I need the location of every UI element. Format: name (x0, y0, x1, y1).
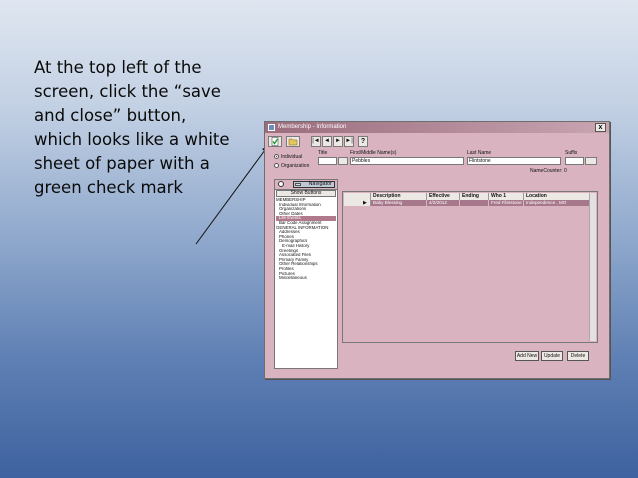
instruction-line: and close” button, (34, 106, 187, 125)
close-button[interactable]: x (595, 123, 606, 132)
save-and-close-button[interactable] (268, 136, 282, 147)
navigator-pin-icon (278, 181, 284, 187)
sheet-green-check-icon (271, 137, 279, 146)
next-record-button[interactable]: ► (333, 136, 343, 147)
delete-button[interactable]: Delete (567, 351, 589, 361)
app-icon (268, 124, 275, 131)
last-name-label: Last Name (467, 150, 492, 156)
namecounter-label: NameCounter: (530, 168, 563, 174)
slide-instruction: At the top left of the screen, click the… (34, 56, 254, 200)
navigator-icon (295, 183, 301, 186)
update-button[interactable]: Update (541, 351, 563, 361)
organization-label: Organization (281, 163, 310, 169)
navigator-panel: Navigator Show Buttons MEMBERSHIP Indivi… (274, 179, 338, 369)
organization-radio[interactable] (274, 163, 279, 168)
instruction-line: which looks like a white (34, 130, 230, 149)
navigator-list: MEMBERSHIP Individual Information Organi… (276, 198, 336, 281)
instruction-line: sheet of paper with a (34, 154, 210, 173)
table-row[interactable]: ▶ Baby Blessing 4/2/2012 Fred Flintstone… (344, 200, 596, 206)
instruction-line: At the top left of the (34, 58, 202, 77)
life-events-grid: Description Effective Ending Who 1 Locat… (342, 191, 598, 343)
suffix-field[interactable] (565, 157, 584, 165)
individual-label: Individual (281, 154, 303, 160)
show-buttons-button[interactable]: Show Buttons (276, 190, 336, 197)
navigator-header: Navigator (275, 180, 337, 190)
cell-who-1[interactable]: Fred Flintstone (489, 200, 524, 206)
namecounter-value: 0 (564, 168, 567, 174)
column-header-location[interactable]: Location (524, 193, 590, 200)
window-title: Membership - Information (278, 124, 347, 130)
cell-location[interactable]: Independence , MO (524, 200, 590, 206)
title-lookup-button[interactable] (338, 157, 348, 165)
column-header-description[interactable]: Description (371, 193, 427, 200)
suffix-label: Suffix (565, 150, 578, 156)
column-header-ending[interactable]: Ending (460, 193, 489, 200)
first-middle-field[interactable]: Pebbles (350, 157, 464, 165)
first-record-button[interactable]: |◄ (311, 136, 321, 147)
last-record-button[interactable]: ►| (344, 136, 354, 147)
cell-ending[interactable] (460, 200, 489, 206)
nav-item-miscellaneous[interactable]: Miscellaneous (276, 276, 336, 281)
individual-radio[interactable] (274, 154, 279, 159)
membership-window: Membership - Information x |◄ ◄ ► ►| ? I… (264, 121, 610, 379)
suffix-lookup-button[interactable] (585, 157, 597, 165)
navigator-button[interactable]: Navigator (293, 181, 335, 188)
grid-scrollbar[interactable] (589, 193, 596, 341)
instruction-line: green check mark (34, 178, 183, 197)
previous-record-button[interactable]: ◄ (322, 136, 332, 147)
title-label: Title (318, 150, 328, 156)
navigator-title: Navigator (308, 181, 332, 187)
column-header-effective[interactable]: Effective (427, 193, 460, 200)
add-new-button[interactable]: Add New (515, 351, 539, 361)
window-titlebar: Membership - Information x (265, 122, 609, 133)
help-button[interactable]: ? (358, 136, 368, 147)
cell-description[interactable]: Baby Blessing (371, 200, 427, 206)
column-header-who-1[interactable]: Who 1 (489, 193, 524, 200)
title-field[interactable] (318, 157, 337, 165)
first-middle-label: First/Middle Name(s) (350, 150, 397, 156)
row-selector-icon[interactable]: ▶ (344, 200, 371, 206)
folder-icon (288, 138, 298, 146)
grid-corner (344, 193, 371, 200)
cell-effective[interactable]: 4/2/2012 (427, 200, 460, 206)
open-folder-button[interactable] (286, 136, 300, 147)
last-name-field[interactable]: Flintstone (467, 157, 561, 165)
instruction-line: screen, click the “save (34, 82, 221, 101)
